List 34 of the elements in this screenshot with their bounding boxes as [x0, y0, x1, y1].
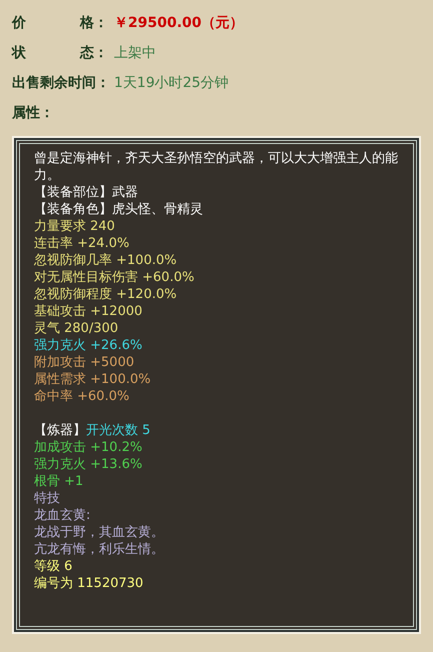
attribute-text: 忽视防御几率 +100.0% — [34, 252, 177, 269]
attribute-text: 龙战于野，其血玄黄。 — [34, 524, 164, 541]
attribute-text: 属性需求 +100.0% — [34, 371, 151, 388]
attribute-text: 灵气 280/300 — [34, 320, 118, 337]
attribute-text: 忽视防御程度 +120.0% — [34, 286, 177, 303]
field-value: 上架中 — [114, 44, 156, 62]
attribute-text: 强力克火 +13.6% — [34, 456, 142, 473]
attribute-text: 编号为 11520730 — [34, 575, 144, 592]
field-label: 属性： — [12, 104, 54, 122]
attribute-text: 【装备部位】武器 — [34, 184, 138, 201]
field-label: 状 — [12, 44, 26, 62]
attribute-text: 【装备角色】虎头怪、骨精灵 — [34, 201, 203, 218]
field-label: 出售剩余时间： — [12, 74, 110, 92]
attribute-text: 基础攻击 +12000 — [34, 303, 142, 320]
field-value: ￥29500.00（元） — [114, 14, 244, 32]
attribute-text: 特技 — [34, 490, 60, 507]
attribute-text: 命中率 +60.0% — [34, 388, 130, 405]
attribute-text: 力量要求 240 — [34, 218, 115, 235]
attribute-text: 连击率 +24.0% — [34, 235, 130, 252]
attribute-text: 龙血玄黄: — [34, 507, 90, 524]
attribute-text: 加成攻击 +10.2% — [34, 439, 142, 456]
attribute-text: 强力克火 +26.6% — [34, 337, 142, 354]
attribute-text: 等级 6 — [34, 558, 72, 575]
field-label: 价 — [12, 14, 26, 32]
attribute-text: 根骨 +1 — [34, 473, 84, 490]
field-label: 格： — [80, 14, 108, 32]
attribute-text: 对无属性目标伤害 +60.0% — [34, 269, 194, 286]
attribute-text: 【炼器】 — [34, 422, 86, 439]
attribute-text: 开光次数 5 — [86, 422, 150, 439]
field-label: 态： — [80, 44, 108, 62]
field-value: 1天19小时25分钟 — [114, 74, 229, 92]
attribute-text: 亢龙有悔，利乐生情。 — [34, 541, 164, 558]
attribute-text: 附加攻击 +5000 — [34, 354, 134, 371]
attribute-text: 曾是定海神针，齐天大圣孙悟空的武器，可以大大增强主人的能力。 — [34, 150, 399, 184]
